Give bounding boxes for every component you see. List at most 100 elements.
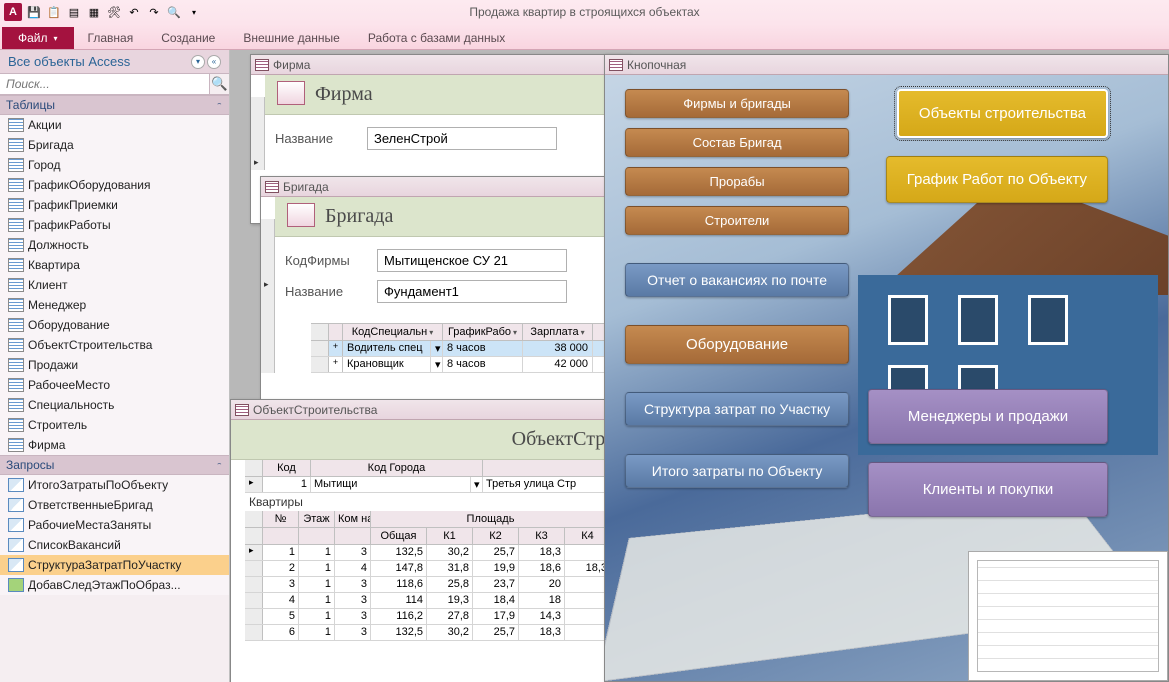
grid-corner[interactable] — [245, 511, 263, 527]
col-k3[interactable]: К3 — [519, 528, 565, 544]
col-kod[interactable]: Код — [263, 460, 311, 476]
nav-table-Бригада[interactable]: Бригада — [0, 135, 229, 155]
row-selector[interactable] — [245, 545, 263, 560]
nav-query-ДобавСледЭтажПоОбраз...[interactable]: ДобавСледЭтажПоОбраз... — [0, 575, 229, 595]
nav-query-ИтогоЗатратыПоОбъекту[interactable]: ИтогоЗатратыПоОбъекту — [0, 475, 229, 495]
col-zarplata[interactable]: Зарплата▾ — [523, 324, 593, 340]
nav-table-РабочееМесто[interactable]: РабочееМесто — [0, 375, 229, 395]
brigada-name-input[interactable] — [377, 280, 567, 303]
nav-table-Клиент[interactable]: Клиент — [0, 275, 229, 295]
filter-dropdown-icon[interactable]: ▾ — [513, 328, 517, 337]
design-icon[interactable]: 🛠 — [106, 4, 122, 20]
tab-dbtools[interactable]: Работа с базами данных — [354, 27, 519, 49]
col-spec[interactable]: КодСпециальн▾ — [343, 324, 443, 340]
col-k1[interactable]: К1 — [427, 528, 473, 544]
qat-dropdown-icon[interactable]: ▾ — [186, 4, 202, 20]
filter-dropdown-icon[interactable]: ▾ — [429, 328, 433, 337]
record-selector[interactable] — [261, 219, 275, 373]
nav-collapse-icon[interactable]: « — [207, 55, 221, 69]
grid-row[interactable]: + Водитель спец ▾ 8 часов 38 000 — [311, 341, 629, 357]
nav-table-Специальность[interactable]: Специальность — [0, 395, 229, 415]
btn-firmy-brigady[interactable]: Фирмы и бригады — [625, 89, 849, 118]
dropdown-icon[interactable]: ▾ — [431, 341, 443, 356]
btn-struktura-zatrat[interactable]: Структура затрат по Участку — [625, 392, 849, 426]
tab-create[interactable]: Создание — [147, 27, 229, 49]
nav-table-Продажи[interactable]: Продажи — [0, 355, 229, 375]
record-selector[interactable] — [251, 97, 265, 170]
nav-header[interactable]: Все объекты Access ▾ « — [0, 50, 229, 74]
col-k2[interactable]: К2 — [473, 528, 519, 544]
nav-table-Оборудование[interactable]: Оборудование — [0, 315, 229, 335]
btn-otchet-vakansii[interactable]: Отчет о вакансиях по почте — [625, 263, 849, 297]
save-icon[interactable]: 💾 — [26, 4, 42, 20]
nav-table-Фирма[interactable]: Фирма — [0, 435, 229, 455]
col-grafik[interactable]: ГрафикРабо▾ — [443, 324, 523, 340]
form-icon[interactable]: ▤ — [66, 4, 82, 20]
subwindow-firma-titlebar[interactable]: Фирма — [251, 55, 629, 75]
row-selector[interactable] — [245, 477, 263, 492]
btn-oborudovanie[interactable]: Оборудование — [625, 325, 849, 364]
search-input[interactable] — [0, 74, 209, 94]
row-selector[interactable] — [245, 577, 263, 592]
file-tab[interactable]: Файл — [2, 27, 74, 49]
grid-corner[interactable] — [245, 460, 263, 476]
btn-stroiteli[interactable]: Строители — [625, 206, 849, 235]
btn-proraby[interactable]: Прорабы — [625, 167, 849, 196]
nav-dropdown-icon[interactable]: ▾ — [191, 55, 205, 69]
query-icon[interactable]: ▦ — [86, 4, 102, 20]
tab-external[interactable]: Внешние данные — [229, 27, 354, 49]
row-selector[interactable] — [245, 561, 263, 576]
nav-query-РабочиеМестаЗаняты[interactable]: РабочиеМестаЗаняты — [0, 515, 229, 535]
row-selector[interactable] — [311, 357, 329, 372]
col-ploshad[interactable]: Площадь — [371, 511, 611, 527]
dropdown-icon[interactable]: ▾ — [431, 357, 443, 372]
nav-table-Должность[interactable]: Должность — [0, 235, 229, 255]
col-n[interactable]: № — [263, 511, 299, 527]
undo-icon[interactable]: ↶ — [126, 4, 142, 20]
nav-table-Строитель[interactable]: Строитель — [0, 415, 229, 435]
nav-table-Квартира[interactable]: Квартира — [0, 255, 229, 275]
btn-sostav-brigad[interactable]: Состав Бригад — [625, 128, 849, 157]
nav-group-tables[interactable]: Таблицы — [0, 95, 229, 115]
btn-menedzhery-prodazhi[interactable]: Менеджеры и продажи — [868, 389, 1108, 444]
row-selector[interactable] — [245, 625, 263, 640]
row-selector[interactable] — [245, 609, 263, 624]
btn-grafik-rabot[interactable]: График Работ по Объекту — [886, 156, 1108, 203]
dropdown-icon[interactable]: ▾ — [471, 477, 483, 492]
brigada-kodfirmy-input[interactable] — [377, 249, 567, 272]
nav-table-Город[interactable]: Город — [0, 155, 229, 175]
subwindow-brigada-titlebar[interactable]: Бригада — [261, 177, 629, 197]
col-etazh[interactable]: Этаж — [299, 511, 335, 527]
nav-table-Менеджер[interactable]: Менеджер — [0, 295, 229, 315]
redo-icon[interactable]: ↷ — [146, 4, 162, 20]
btn-itogo-zatraty[interactable]: Итого затраты по Объекту — [625, 454, 849, 488]
subwindow-switchboard-titlebar[interactable]: Кнопочная — [605, 55, 1168, 75]
nav-table-ГрафикОборудования[interactable]: ГрафикОборудования — [0, 175, 229, 195]
row-selector[interactable] — [311, 341, 329, 356]
col-obshaya[interactable]: Общая — [371, 528, 427, 544]
nav-table-ГрафикПриемки[interactable]: ГрафикПриемки — [0, 195, 229, 215]
nav-query-СтруктураЗатратПоУчастку[interactable]: СтруктураЗатратПоУчастку — [0, 555, 229, 575]
search-icon[interactable]: 🔍 — [209, 74, 229, 94]
cell-gorod[interactable]: Мытищи — [311, 477, 471, 492]
nav-table-ОбъектСтроительства[interactable]: ОбъектСтроительства — [0, 335, 229, 355]
nav-table-Акции[interactable]: Акции — [0, 115, 229, 135]
row-selector[interactable] — [245, 593, 263, 608]
grid-corner[interactable] — [311, 324, 329, 340]
paste-icon[interactable]: 📋 — [46, 4, 62, 20]
expand-icon[interactable]: + — [329, 357, 343, 372]
btn-obyekty-stroitelstva[interactable]: Объекты строительства — [897, 89, 1108, 138]
btn-klienty-pokupki[interactable]: Клиенты и покупки — [868, 462, 1108, 517]
find-icon[interactable]: 🔍 — [166, 4, 182, 20]
nav-query-ОтветственныеБригад[interactable]: ОтветственныеБригад — [0, 495, 229, 515]
col-kodgoroda[interactable]: Код Города — [311, 460, 483, 476]
expand-icon[interactable]: + — [329, 341, 343, 356]
tab-home[interactable]: Главная — [74, 27, 148, 49]
nav-query-СписокВакансий[interactable]: СписокВакансий — [0, 535, 229, 555]
filter-dropdown-icon[interactable]: ▾ — [581, 328, 585, 337]
cell-kod[interactable]: 1 — [263, 477, 311, 492]
firma-name-input[interactable] — [367, 127, 557, 150]
nav-group-queries[interactable]: Запросы — [0, 455, 229, 475]
nav-table-ГрафикРаботы[interactable]: ГрафикРаботы — [0, 215, 229, 235]
grid-row[interactable]: + Крановщик ▾ 8 часов 42 000 — [311, 357, 629, 373]
